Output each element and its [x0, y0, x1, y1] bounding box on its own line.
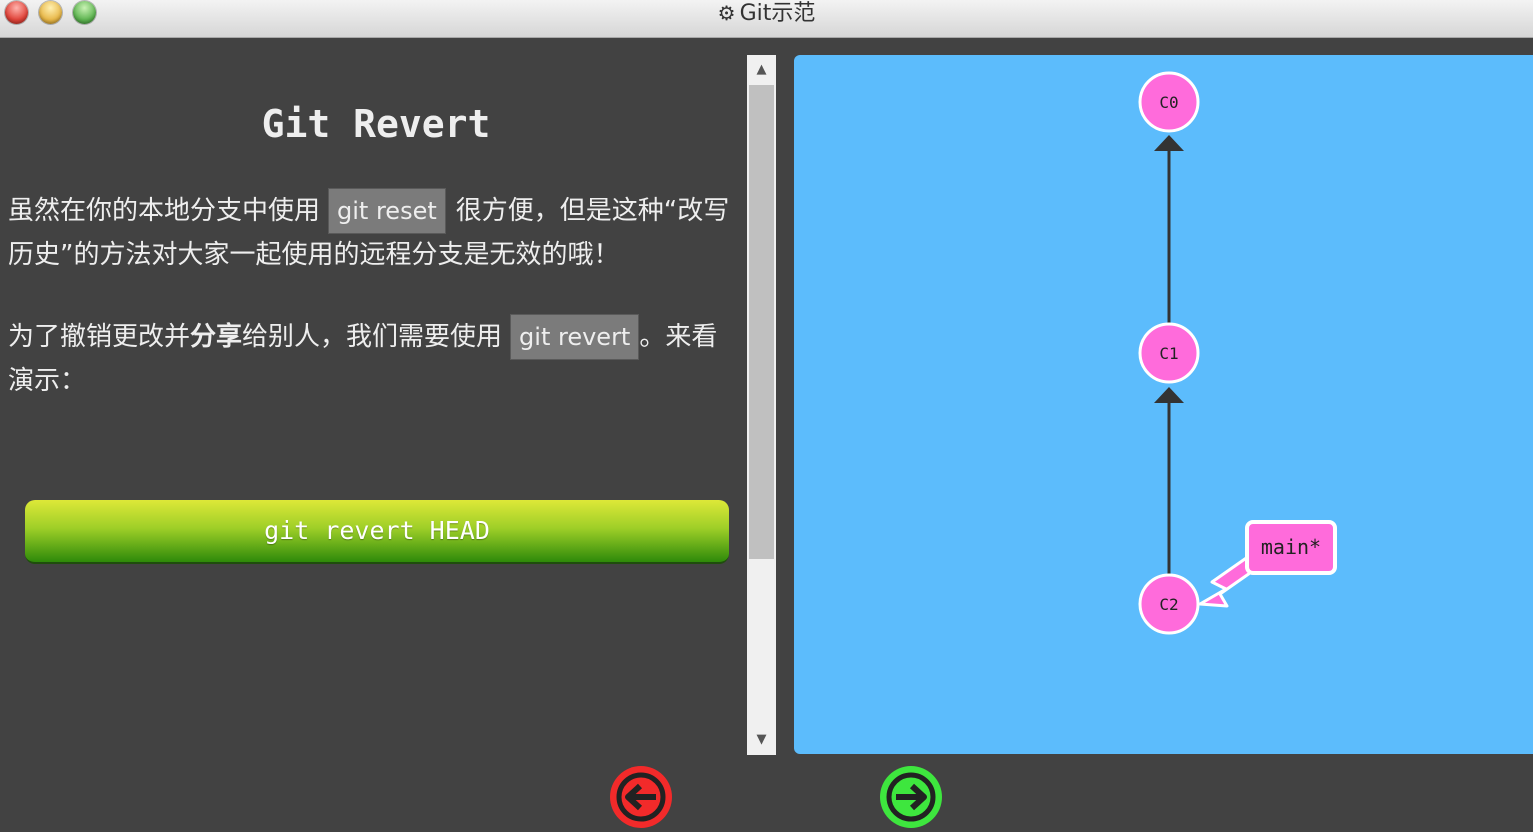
- scroll-thumb[interactable]: [749, 85, 774, 559]
- paragraph-1-text-a: 虽然在你的本地分支中使用: [8, 196, 321, 226]
- window-title-text: Git示范: [739, 1, 816, 26]
- paragraph-1: 虽然在你的本地分支中使用 git reset 很方便，但是这种“改写历史”的方法对大…: [8, 188, 738, 276]
- next-step-button[interactable]: [880, 766, 942, 828]
- paragraph-2-text-a: 为了撤销更改并: [8, 322, 191, 352]
- instruction-scrollbar[interactable]: ▲ ▼: [747, 55, 776, 755]
- lesson-heading: Git Revert: [261, 102, 491, 146]
- previous-step-button[interactable]: [610, 766, 672, 828]
- arrow-right-icon: [886, 772, 936, 822]
- code-git-reset: git reset: [328, 188, 446, 234]
- window-title: ⚙ Git示范: [0, 0, 1533, 26]
- paragraph-2: 为了撤销更改并分享给别人，我们需要使用 git revert 。来看演示：: [8, 314, 738, 402]
- paragraph-2-text-b: 给别人，我们需要使用: [242, 322, 503, 352]
- window-titlebar: ⚙ Git示范: [0, 0, 1533, 38]
- gear-icon: ⚙: [717, 1, 736, 25]
- commit-c1-label: C1: [1159, 344, 1178, 363]
- paragraph-2-bold: 分享: [190, 322, 243, 352]
- run-command-button[interactable]: git revert HEAD: [25, 500, 729, 564]
- edge-c1-c0-arrowhead: [1154, 135, 1184, 151]
- arrow-left-icon: [616, 772, 666, 822]
- instruction-panel: Git Revert 虽然在你的本地分支中使用 git reset 很方便，但是这种…: [0, 38, 746, 832]
- code-git-revert: git revert: [510, 314, 640, 360]
- commit-c2-label: C2: [1159, 595, 1178, 614]
- scroll-down-arrow-icon[interactable]: ▼: [747, 725, 776, 755]
- commit-c0-label: C0: [1159, 93, 1178, 112]
- branch-label: main*: [1261, 535, 1321, 559]
- edge-c2-c1-arrowhead: [1154, 387, 1184, 403]
- commit-graph: main* C0 C1 C2: [1138, 71, 1337, 635]
- git-visualization: main* C0 C1 C2: [794, 55, 1533, 754]
- scroll-up-arrow-icon[interactable]: ▲: [747, 55, 776, 85]
